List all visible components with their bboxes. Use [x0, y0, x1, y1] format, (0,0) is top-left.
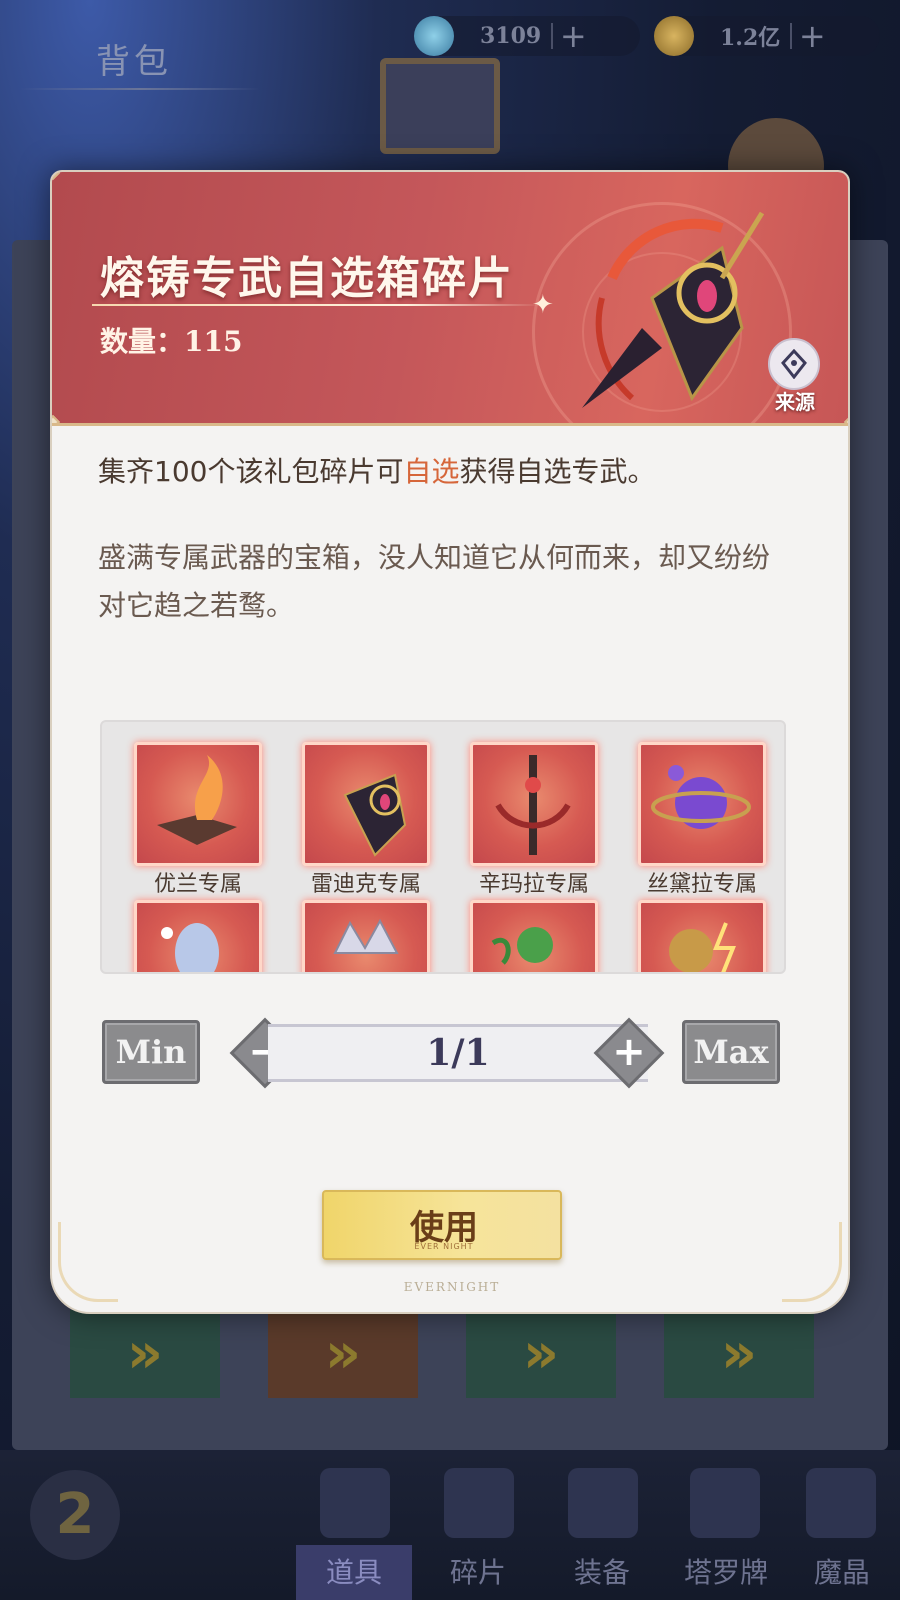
reward-label: 优兰专属 [153, 872, 242, 897]
use-button-sublabel: EVER NIGHT [414, 1242, 474, 1251]
magic-crystal-tab-icon [806, 1468, 876, 1538]
item-banner: 熔铸专武自选箱碎片 ✦ 数量：115 来源 [52, 172, 848, 426]
effect-text: 集齐100个该礼包碎片可 [98, 455, 404, 488]
speed-arrow-icon: » [268, 1310, 418, 1398]
reward-label: 辛玛拉专属 [478, 872, 589, 897]
source-button[interactable] [768, 338, 820, 390]
corner-ornament [52, 414, 61, 423]
chest-icon [380, 58, 500, 154]
item-flavor-text: 盛满专属武器的宝箱，没人知道它从何而来，却又纷纷对它趋之若鹜。 [98, 541, 771, 622]
gold-resource: 1.2亿 + [654, 16, 880, 56]
gem-icon [414, 16, 454, 56]
tarot-tab-icon [690, 1468, 760, 1538]
bag-screen-title: 背包 [96, 42, 172, 82]
crystal-crown-icon [302, 900, 430, 972]
speed-arrow-icon: » [70, 1310, 220, 1398]
title-divider [20, 88, 260, 90]
shards-tab-icon [444, 1468, 514, 1538]
title-underline [92, 304, 542, 306]
location-pin-icon [781, 349, 807, 379]
gem-resource: 3109 + [414, 16, 640, 56]
source-label[interactable]: 来源 [764, 386, 826, 415]
tab-tarot[interactable]: 塔罗牌 [668, 1545, 784, 1600]
max-button[interactable]: Max [682, 1020, 780, 1084]
corner-ornament [843, 414, 848, 423]
quantity-input[interactable]: 1/1 [268, 1024, 648, 1082]
use-button[interactable]: 使用 EVER NIGHT [322, 1190, 562, 1260]
gold-coin-icon [654, 16, 694, 56]
speed-arrow-icon: » [664, 1310, 814, 1398]
equipment-tab-icon [568, 1468, 638, 1538]
lightning-lantern-icon [638, 900, 766, 972]
modal-body: 熔铸专武自选箱碎片 ✦ 数量：115 来源 集齐100个该礼包碎片可自选获得自选… [50, 170, 850, 1314]
ornament-swirl [58, 1222, 118, 1302]
effect-text: 获得自选专武。 [459, 455, 656, 488]
sparkle-icon: ✦ [532, 290, 554, 320]
tab-equipment[interactable]: 装备 [544, 1545, 660, 1600]
reward-label: 雷迪克专属 [310, 872, 421, 897]
add-gold-button[interactable]: + [792, 16, 832, 56]
reward-label: 丝黛拉专属 [646, 872, 757, 897]
dark-scythe-weapon-icon [582, 211, 765, 408]
tab-shards[interactable]: 碎片 [420, 1545, 536, 1600]
ornament-swirl [782, 1222, 842, 1302]
min-button[interactable]: Min [102, 1020, 200, 1084]
gem-value: 3109 [480, 23, 542, 49]
item-detail-modal: 熔铸专武自选箱碎片 ✦ 数量：115 来源 集齐100个该礼包碎片可自选获得自选… [50, 170, 850, 1314]
purple-orb-icon [638, 742, 766, 866]
item-effect-description: 集齐100个该礼包碎片可自选获得自选专武。 [98, 450, 655, 490]
tab-magic-crystal[interactable]: 魔晶 [784, 1545, 900, 1600]
flaming-book-icon [134, 742, 262, 866]
speed-arrow-icon: » [466, 1310, 616, 1398]
dark-scythe-icon [302, 742, 430, 866]
green-orb-icon [470, 900, 598, 972]
items-tab-icon [320, 1468, 390, 1538]
corner-ornament [843, 172, 848, 181]
plus-button[interactable]: + [599, 1020, 659, 1084]
footer-brand: EVERNIGHT [403, 1280, 501, 1294]
spirit-beast-icon [134, 900, 262, 972]
add-gem-button[interactable]: + [553, 16, 593, 56]
tab-items[interactable]: 道具 [296, 1545, 412, 1600]
quantity-stepper: Min − 1/1 + Max [102, 1017, 792, 1089]
crimson-staff-icon [470, 742, 598, 866]
reward-selection-grid: 优兰专属 雷迪克专属 辛玛拉专属 丝黛拉专属 [100, 720, 786, 974]
gold-value: 1.2亿 [720, 25, 781, 51]
effect-highlight: 自选 [403, 455, 460, 488]
quantity-row: 数量：115 [100, 320, 242, 360]
item-title: 熔铸专武自选箱碎片 [100, 253, 514, 304]
corner-ornament [52, 172, 61, 181]
quantity-label: 数量： [100, 325, 185, 358]
game-logo-icon: 2 [30, 1470, 120, 1560]
quantity-value: 115 [184, 325, 243, 358]
